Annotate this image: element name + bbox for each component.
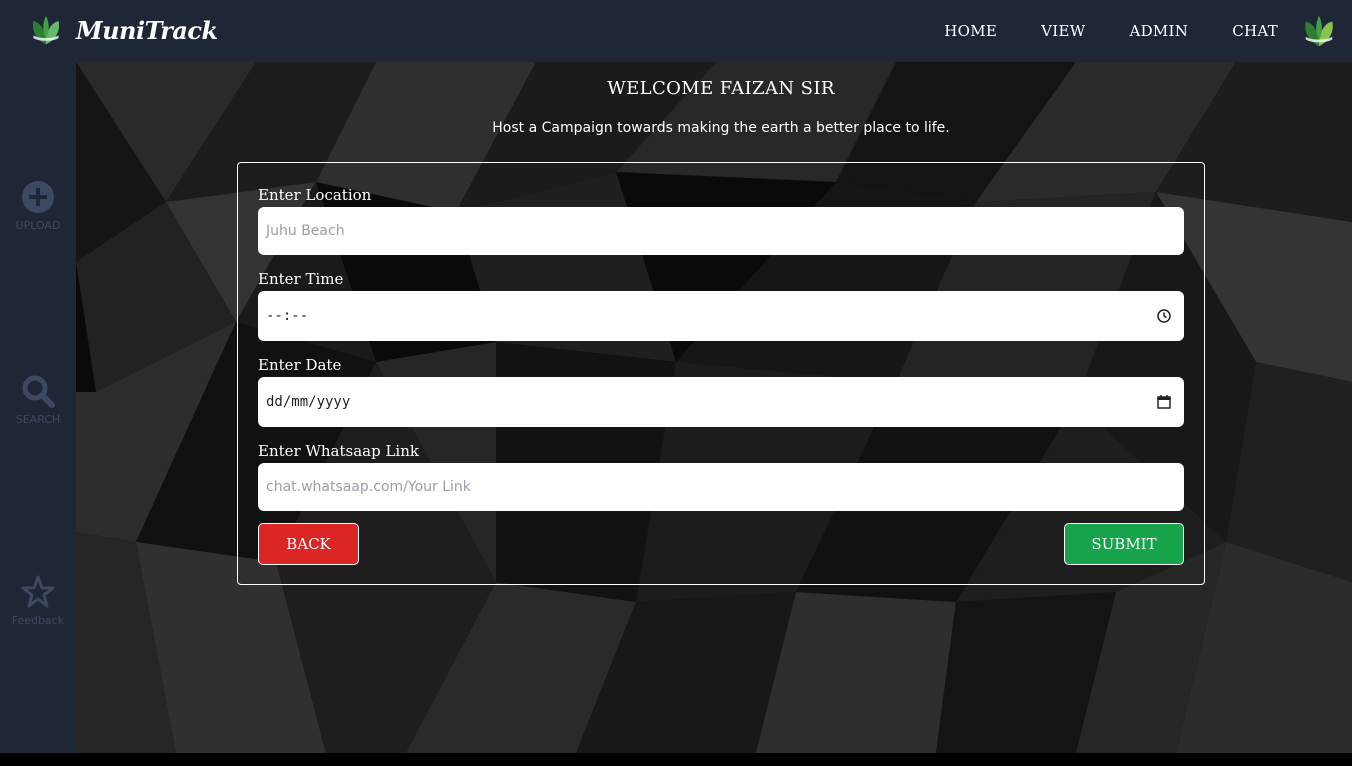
location-field[interactable]: Juhu Beach xyxy=(258,207,1184,255)
submit-button[interactable]: SUBMIT xyxy=(1064,523,1184,565)
time-field[interactable]: --:-- xyxy=(258,291,1184,341)
sidebar-item-search[interactable]: SEARCH xyxy=(0,374,76,426)
brand-name: MuniTrack xyxy=(76,15,218,45)
campaign-form: Enter Location Juhu Beach Enter Time --:… xyxy=(237,162,1205,585)
plus-circle-icon xyxy=(22,181,54,213)
sidebar: UPLOAD SEARCH Feedback xyxy=(0,62,76,753)
whatsapp-field[interactable]: chat.whatsaap.com/Your Link xyxy=(258,463,1184,511)
nav-view[interactable]: VIEW xyxy=(1041,22,1085,40)
calendar-icon[interactable] xyxy=(1156,394,1172,410)
star-icon xyxy=(21,575,55,608)
sidebar-item-label: SEARCH xyxy=(15,413,61,426)
date-value: dd/mm/yyyy xyxy=(266,394,351,410)
location-label: Enter Location xyxy=(258,186,372,204)
sidebar-item-feedback[interactable]: Feedback xyxy=(0,575,76,627)
main-nav: HOME VIEW ADMIN CHAT xyxy=(944,0,1352,62)
brand-logo[interactable]: MuniTrack xyxy=(28,12,218,48)
time-value: --:-- xyxy=(266,308,309,324)
nav-admin[interactable]: ADMIN xyxy=(1129,22,1188,40)
main-content: WELCOME FAIZAN SIR Host a Campaign towar… xyxy=(76,62,1352,753)
search-icon xyxy=(22,375,55,408)
back-button[interactable]: BACK xyxy=(258,523,359,565)
welcome-heading: WELCOME FAIZAN SIR xyxy=(607,78,835,99)
whatsapp-label: Enter Whatsaap Link xyxy=(258,442,419,460)
clock-icon[interactable] xyxy=(1156,308,1172,324)
date-field[interactable]: dd/mm/yyyy xyxy=(258,377,1184,427)
top-navbar: MuniTrack HOME VIEW ADMIN CHAT xyxy=(0,0,1352,62)
whatsapp-placeholder: chat.whatsaap.com/Your Link xyxy=(266,479,471,495)
nav-chat[interactable]: CHAT xyxy=(1232,22,1278,40)
nav-home[interactable]: HOME xyxy=(944,22,997,40)
subtitle-text: Host a Campaign towards making the earth… xyxy=(492,120,950,136)
sidebar-item-upload[interactable]: UPLOAD xyxy=(0,180,76,232)
sidebar-item-label: Feedback xyxy=(11,614,65,627)
sidebar-item-label: UPLOAD xyxy=(15,219,61,232)
bottom-strip xyxy=(0,753,1352,766)
location-placeholder: Juhu Beach xyxy=(266,223,345,239)
leaf-logo-icon xyxy=(32,15,60,45)
time-label: Enter Time xyxy=(258,270,344,288)
date-label: Enter Date xyxy=(258,356,342,374)
leaf-logo-icon xyxy=(1305,15,1333,47)
